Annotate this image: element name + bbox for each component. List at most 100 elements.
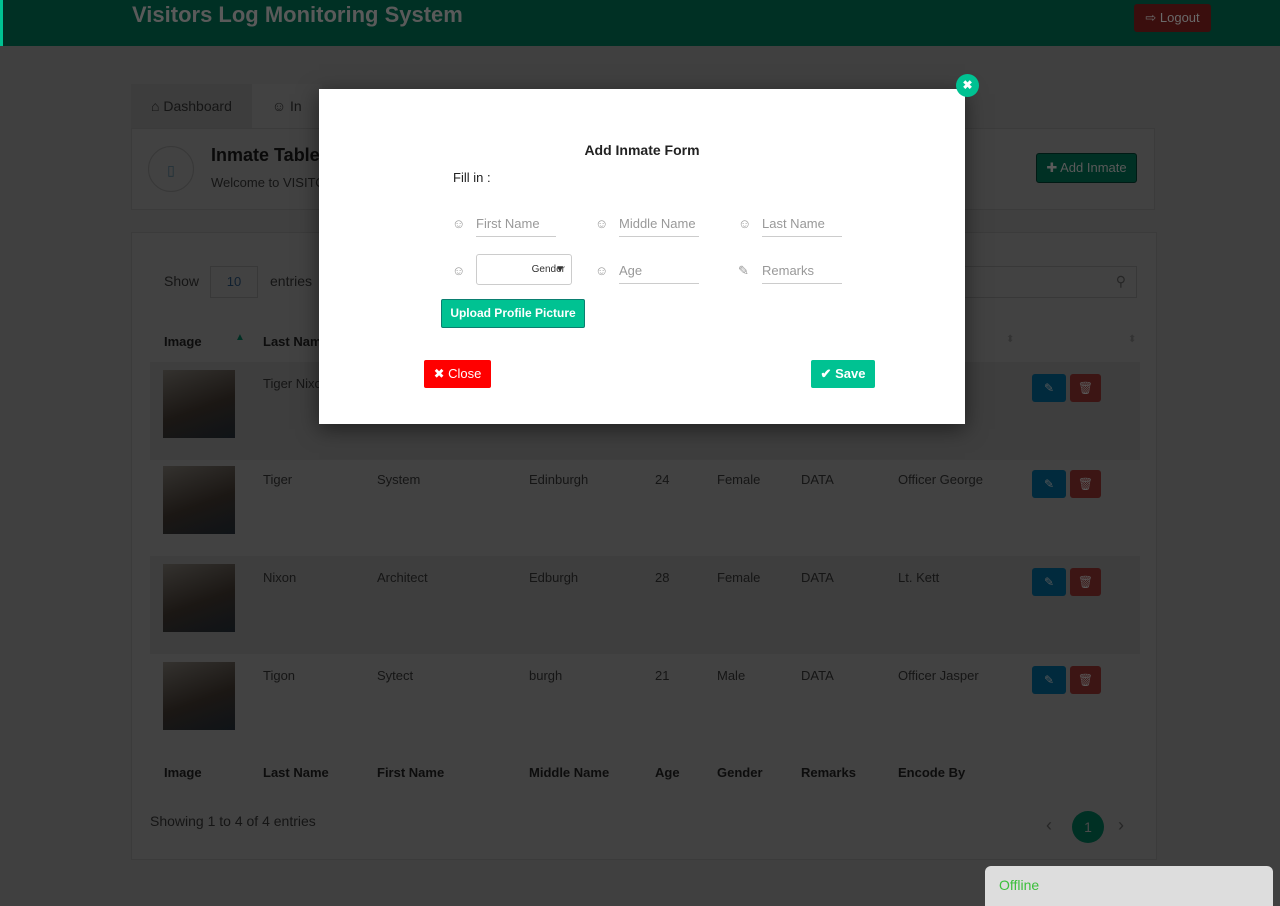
entries-label: entries	[270, 273, 313, 289]
age-input[interactable]	[619, 258, 699, 284]
logout-button[interactable]: ⇨ Logout	[1134, 4, 1211, 32]
cell-age: 24	[655, 472, 670, 487]
foot-last-name: Last Name	[263, 765, 329, 780]
upload-profile-picture-button[interactable]: Upload Profile Picture	[441, 299, 585, 328]
cell-first: Sytect	[377, 668, 414, 683]
user-icon: ☺	[595, 263, 609, 278]
top-navbar: Visitors Log Monitoring System ⇨ Logout	[0, 0, 1280, 46]
cell-first: System	[377, 472, 421, 487]
foot-age: Age	[655, 765, 680, 780]
foot-first-name: First Name	[377, 765, 445, 780]
first-name-input[interactable]	[476, 211, 556, 237]
prev-page-icon[interactable]: ‹	[1046, 815, 1052, 836]
sort-asc-icon: ▲	[235, 332, 245, 343]
cell-middle: Edburgh	[529, 570, 579, 585]
user-icon: ☺	[452, 216, 466, 231]
user-icon: ☺	[738, 216, 752, 231]
foot-gender: Gender	[717, 765, 763, 780]
save-button[interactable]: ✔ Save	[811, 360, 875, 388]
page-1-button[interactable]: 1	[1072, 811, 1104, 843]
cell-middle: Edinburgh	[529, 472, 589, 487]
cell-middle: burgh	[529, 668, 563, 683]
cell-gender: Female	[717, 472, 761, 487]
cell-gender: Male	[717, 668, 746, 683]
modal-title: Add Inmate Form	[584, 142, 700, 158]
dashboard-icon: ⌂	[151, 98, 164, 114]
table-row: Tigon Sytect burgh 21 Male DATA Officer Jasper…	[150, 654, 1140, 752]
cell-last: Nixon	[263, 570, 297, 585]
show-label: Show	[164, 273, 200, 289]
delete-button[interactable]: 🗑	[1070, 568, 1101, 596]
edit-icon: ✎	[1043, 477, 1055, 491]
inmate-icon: ☺	[271, 98, 291, 114]
cell-gender: Female	[717, 570, 761, 585]
welcome-text: Welcome to VISITO	[211, 175, 326, 190]
connection-status: Offline	[985, 866, 1273, 906]
sort-icon: ⬍	[1128, 334, 1137, 345]
cell-remarks: DATA	[801, 570, 834, 585]
foot-remarks: Remarks	[801, 765, 856, 780]
edit-icon: ✎	[1043, 381, 1055, 395]
tab-inmate[interactable]: ☺ In	[251, 84, 322, 128]
plus-icon: ✚	[1046, 160, 1061, 175]
table-row: Tiger System Edinburgh 24 Female DATA Officer …	[150, 458, 1140, 556]
edit-button[interactable]: ✎	[1032, 666, 1066, 694]
check-icon: ✔	[820, 366, 836, 381]
close-button[interactable]: ✖ Close	[424, 360, 491, 388]
fill-in-label: Fill in :	[453, 170, 491, 185]
cell-encode: Lt. Kett	[898, 570, 940, 585]
delete-button[interactable]: 🗑	[1070, 666, 1101, 694]
middle-name-input[interactable]	[619, 211, 699, 237]
user-icon: ☺	[452, 263, 466, 278]
edit-button[interactable]: ✎	[1032, 374, 1066, 402]
table-info: Showing 1 to 4 of 4 entries	[150, 813, 316, 829]
cell-last: Tiger	[263, 472, 293, 487]
trash-icon: 🗑	[1077, 381, 1094, 395]
gender-select[interactable]: Gender ▼	[476, 254, 572, 285]
section-icon: ▯	[148, 146, 194, 192]
add-inmate-modal: Add Inmate Form Fill in : ☺ ☺ ☺ ☺ Gender…	[319, 89, 965, 424]
close-icon: ✖	[433, 366, 449, 381]
cell-first: Architect	[377, 570, 428, 585]
foot-middle-name: Middle Name	[529, 765, 610, 780]
trash-icon: 🗑	[1077, 477, 1094, 491]
edit-button[interactable]: ✎	[1032, 470, 1066, 498]
tab-dashboard[interactable]: ⌂ Dashboard	[131, 84, 252, 128]
modal-close-icon[interactable]: ✖	[956, 74, 979, 97]
last-name-input[interactable]	[762, 211, 842, 237]
edit-icon: ✎	[1043, 673, 1055, 687]
cell-age: 21	[655, 668, 670, 683]
inmate-photo	[163, 370, 235, 438]
inmate-photo	[163, 662, 235, 730]
add-inmate-button[interactable]: ✚ Add Inmate	[1036, 153, 1137, 183]
foot-image: Image	[164, 765, 202, 780]
cell-encode: Officer George	[898, 472, 984, 487]
edit-note-icon: ✎	[738, 263, 749, 278]
search-icon: ⚲	[1115, 273, 1126, 289]
app-title: Visitors Log Monitoring System	[132, 2, 463, 27]
dropdown-arrow-icon: ▼	[555, 264, 565, 275]
trash-icon: 🗑	[1077, 575, 1094, 589]
table-row: Nixon Architect Edburgh 28 Female DATA Lt. Ket…	[150, 556, 1140, 654]
remarks-input[interactable]	[762, 258, 842, 284]
cell-encode: Officer Jasper	[898, 668, 979, 683]
foot-encode-by: Encode By	[898, 765, 966, 780]
cell-age: 28	[655, 570, 670, 585]
delete-button[interactable]: 🗑	[1070, 374, 1101, 402]
cell-remarks: DATA	[801, 472, 834, 487]
delete-button[interactable]: 🗑	[1070, 470, 1101, 498]
entries-length-select[interactable]: 10	[210, 266, 258, 298]
trash-icon: 🗑	[1077, 673, 1094, 687]
sort-icon: ⬍	[1006, 334, 1015, 345]
cell-last: Tigon	[263, 668, 296, 683]
user-icon: ☺	[595, 216, 609, 231]
inmate-photo	[163, 564, 235, 632]
edit-button[interactable]: ✎	[1032, 568, 1066, 596]
next-page-icon[interactable]: ›	[1118, 815, 1124, 836]
col-image[interactable]: Image	[164, 334, 202, 349]
page-title: Inmate Table	[211, 145, 320, 165]
cell-remarks: DATA	[801, 668, 834, 683]
logout-icon: ⇨	[1145, 10, 1160, 25]
tabs: ⌂ Dashboard ☺ In	[131, 84, 322, 128]
inmate-photo	[163, 466, 235, 534]
